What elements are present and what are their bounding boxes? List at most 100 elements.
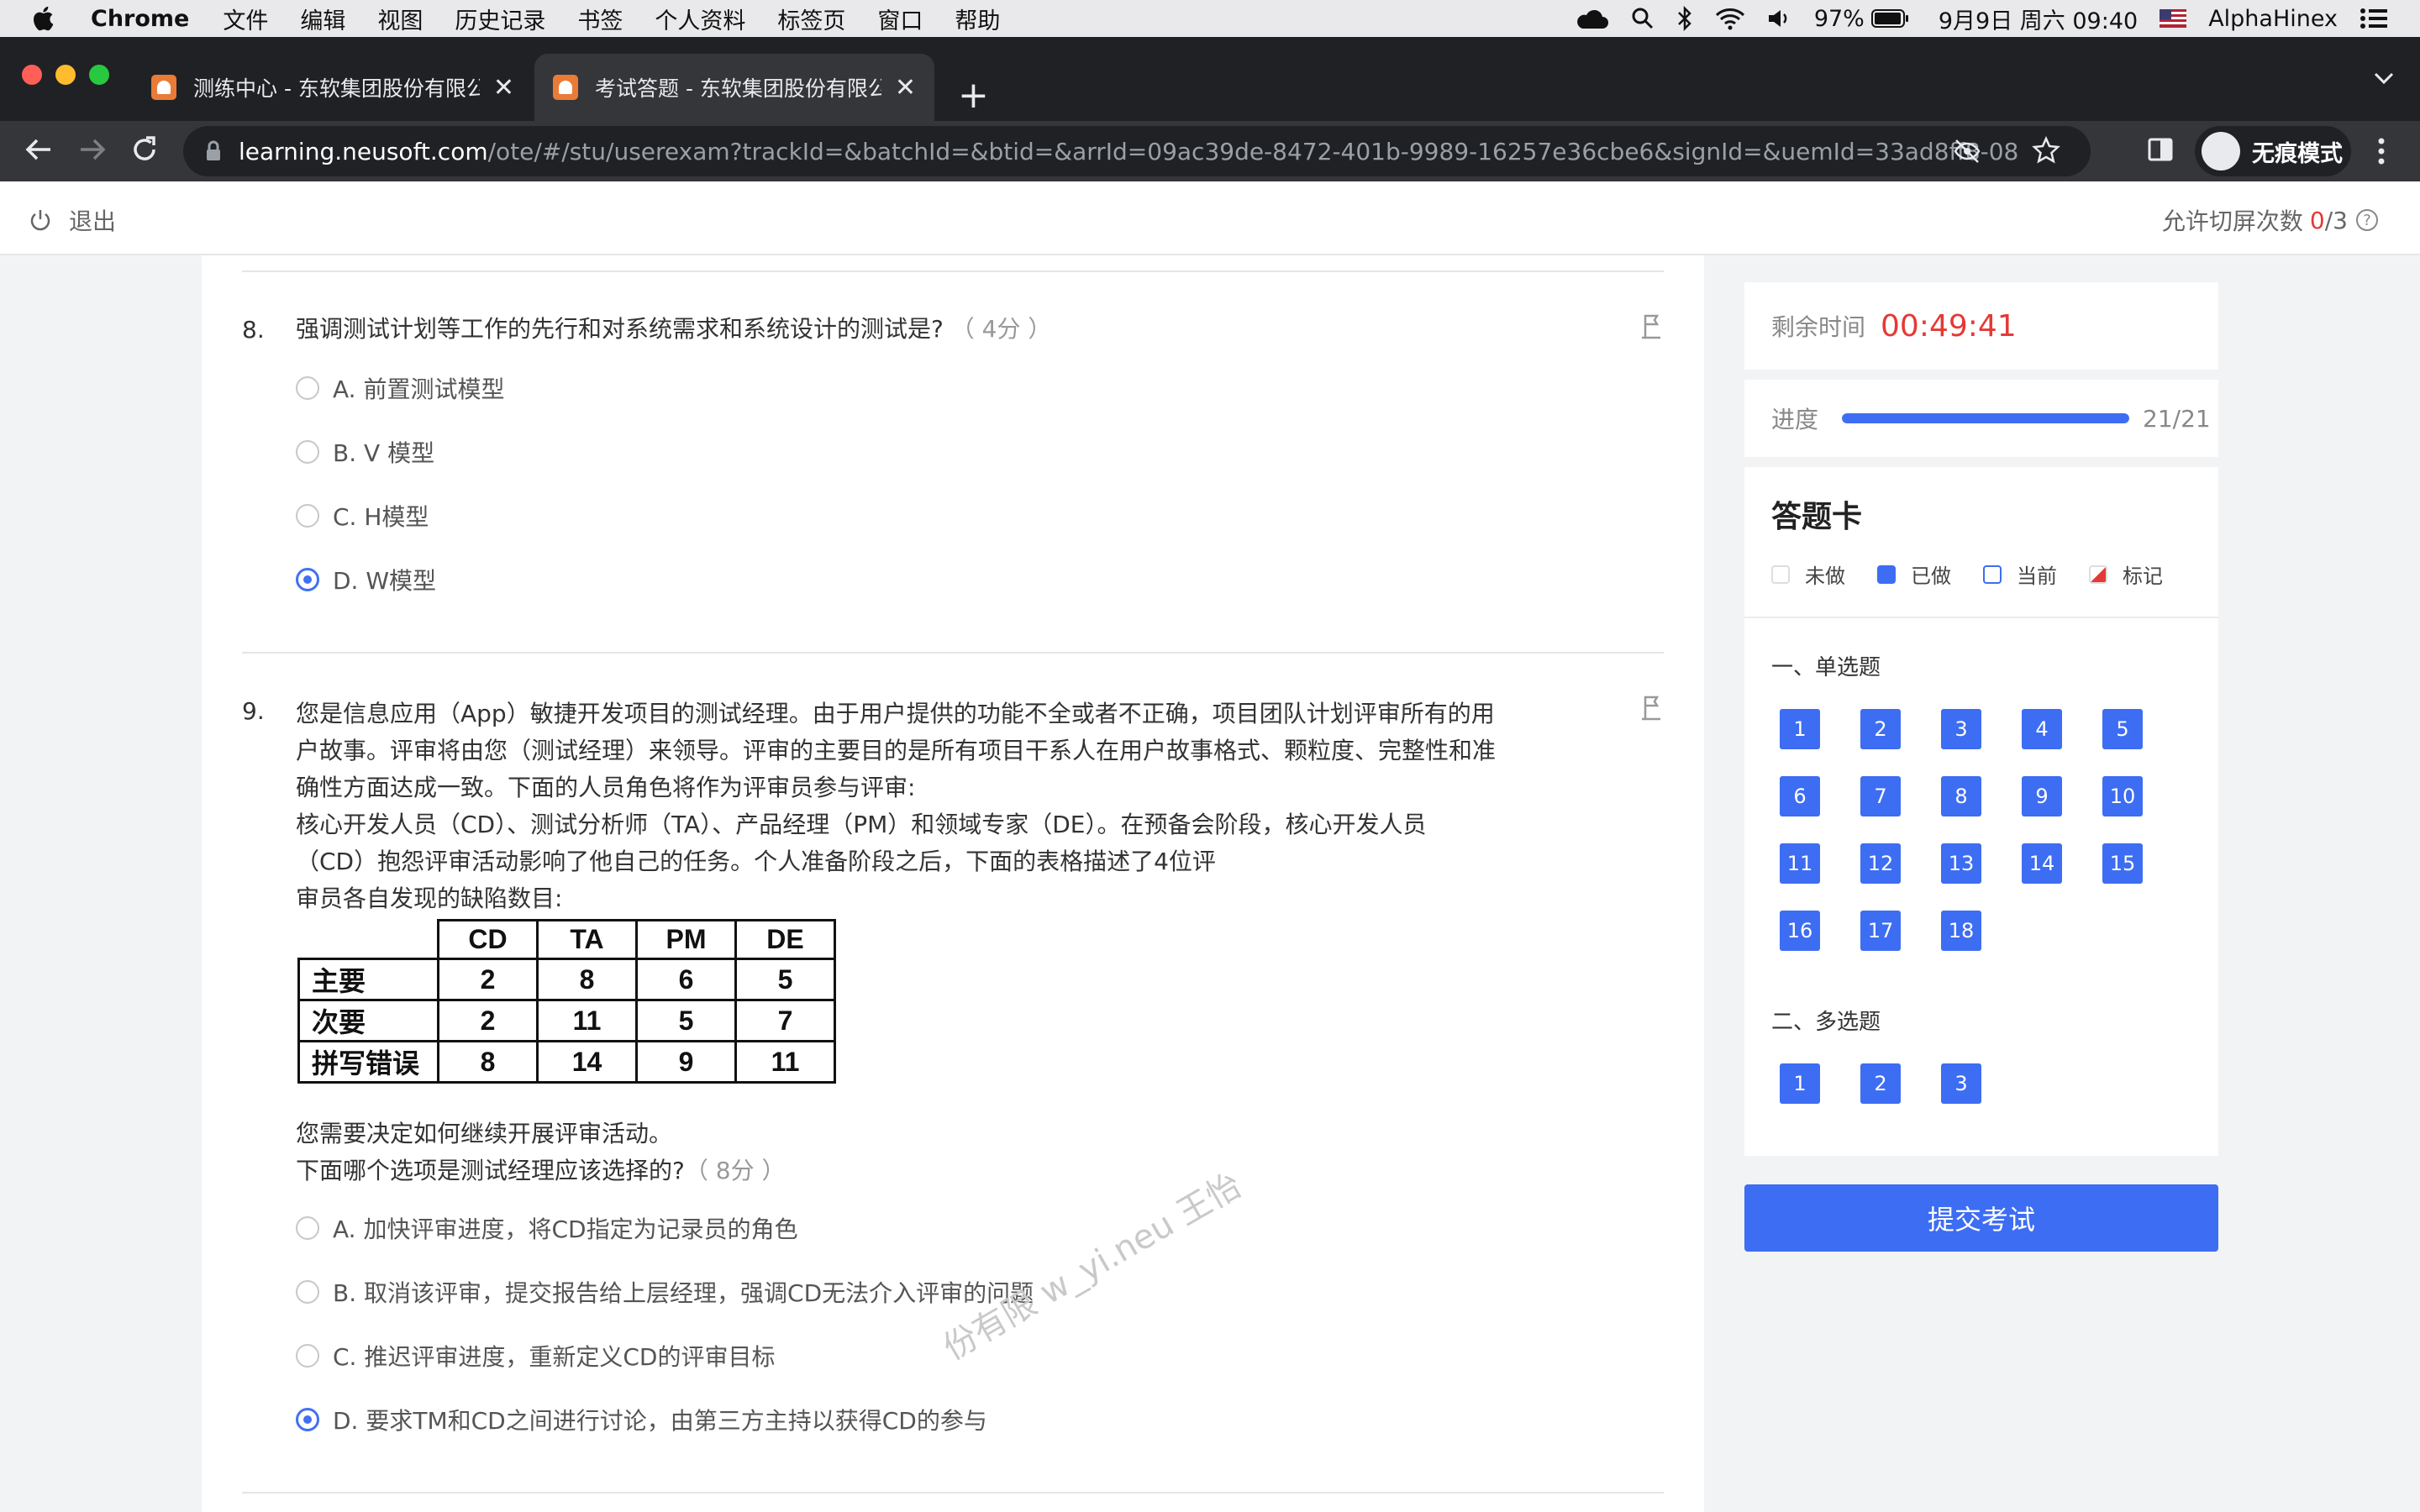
us-flag-icon[interactable] <box>2160 9 2187 28</box>
single-choice-button-8[interactable]: 8 <box>1941 776 1981 816</box>
option-d[interactable]: D. 要求TM和CD之间进行讨论，由第三方主持以获得CD的参与 <box>296 1403 987 1436</box>
option-c[interactable]: C. H模型 <box>296 499 429 533</box>
bookmark-star-icon[interactable] <box>2032 136 2060 165</box>
single-choice-button-1[interactable]: 1 <box>1780 709 1820 749</box>
menu-window[interactable]: 窗口 <box>877 3 923 35</box>
help-icon[interactable]: ? <box>2356 209 2378 231</box>
multi-choice-button-3[interactable]: 3 <box>1941 1063 1981 1104</box>
control-center-icon[interactable] <box>2360 7 2390 30</box>
divider <box>242 1492 1664 1494</box>
allow-label: 允许切屏次数 <box>2161 207 2303 235</box>
exit-button[interactable]: 退出 <box>29 203 116 237</box>
radio-button[interactable] <box>296 1280 319 1304</box>
menu-help[interactable]: 帮助 <box>955 3 1000 35</box>
option-c[interactable]: C. 推迟评审进度，重新定义CD的评审目标 <box>296 1339 775 1373</box>
search-icon[interactable] <box>1631 7 1655 30</box>
reload-icon[interactable] <box>128 133 161 166</box>
cloud-icon[interactable] <box>1576 7 1609 30</box>
table-row: 次要 2 11 5 7 <box>297 999 836 1042</box>
new-tab-button[interactable]: + <box>958 74 989 117</box>
table-cell: 8 <box>437 1040 539 1084</box>
tab-practice-center[interactable]: 测练中心 - 东软集团股份有限公司 ✕ <box>133 54 533 121</box>
tab-exam[interactable]: 考试答题 - 东软集团股份有限公司 ✕ <box>534 54 934 121</box>
address-bar[interactable]: learning.neusoft.com/ote/#/stu/userexam?… <box>183 126 2091 176</box>
radio-button[interactable] <box>296 504 319 528</box>
radio-button[interactable] <box>296 376 319 400</box>
menubar-user[interactable]: AlphaHinex <box>2208 6 2338 32</box>
menu-tabs[interactable]: 标签页 <box>777 3 845 35</box>
question-line: 户故事。评审将由您（测试经理）来领导。评审的主要目的是所有项目干系人在用户故事格… <box>296 737 1497 764</box>
single-choice-button-17[interactable]: 17 <box>1860 911 1901 951</box>
single-choice-button-7[interactable]: 7 <box>1860 776 1901 816</box>
battery-icon[interactable] <box>1870 8 1910 29</box>
table-cell: 6 <box>635 958 737 1001</box>
single-choice-button-11[interactable]: 11 <box>1780 843 1820 884</box>
option-b[interactable]: B. V 模型 <box>296 435 434 469</box>
table-cell: 5 <box>635 999 737 1042</box>
radio-button-selected[interactable] <box>296 568 319 591</box>
bluetooth-icon[interactable] <box>1676 6 1693 31</box>
single-choice-button-9[interactable]: 9 <box>2022 776 2062 816</box>
forward-icon[interactable] <box>76 133 109 166</box>
single-choice-button-2[interactable]: 2 <box>1860 709 1901 749</box>
answer-legend: 未做 已做 当前 标记 <box>1771 559 2195 589</box>
option-label: D. W模型 <box>333 567 437 595</box>
back-icon[interactable] <box>22 133 55 166</box>
apple-icon[interactable] <box>30 4 59 33</box>
row-header: 次要 <box>297 999 439 1042</box>
radio-button-selected[interactable] <box>296 1408 319 1431</box>
side-panel-icon[interactable] <box>2147 136 2174 163</box>
single-choice-button-10[interactable]: 10 <box>2102 776 2143 816</box>
close-window-button[interactable] <box>22 65 42 85</box>
lock-icon[interactable] <box>205 140 222 162</box>
divider <box>1744 617 2218 618</box>
wifi-icon[interactable] <box>1715 7 1745 30</box>
option-a[interactable]: A. 加快评审进度，将CD指定为记录员的角色 <box>296 1211 798 1245</box>
menu-app-name[interactable]: Chrome <box>91 6 189 32</box>
single-choice-button-5[interactable]: 5 <box>2102 709 2143 749</box>
tab-search-chevron-icon[interactable] <box>2373 71 2395 86</box>
table-row: 主要 2 8 6 5 <box>297 958 836 1001</box>
option-a[interactable]: A. 前置测试模型 <box>296 371 504 405</box>
volume-icon[interactable] <box>1767 8 1792 29</box>
menu-edit[interactable]: 编辑 <box>300 3 345 35</box>
radio-button[interactable] <box>296 1344 319 1368</box>
menu-file[interactable]: 文件 <box>223 3 268 35</box>
time-remaining: 00:49:41 <box>1881 308 2017 344</box>
zoom-window-button[interactable] <box>89 65 109 85</box>
single-choice-button-15[interactable]: 15 <box>2102 843 2143 884</box>
more-menu-icon[interactable] <box>2376 134 2386 168</box>
table-cell: 2 <box>437 958 539 1001</box>
option-b[interactable]: B. 取消该评审，提交报告给上层经理，强调CD无法介入评审的问题 <box>296 1275 1034 1309</box>
minimize-window-button[interactable] <box>55 65 76 85</box>
close-tab-icon[interactable]: ✕ <box>895 73 916 102</box>
menubar-clock[interactable]: 9月9日 周六 09:40 <box>1939 3 2138 35</box>
eye-off-icon[interactable] <box>1953 138 1981 165</box>
single-choice-button-16[interactable]: 16 <box>1780 911 1820 951</box>
radio-button[interactable] <box>296 1216 319 1240</box>
single-choice-button-18[interactable]: 18 <box>1941 911 1981 951</box>
question-text: 您需要决定如何继续开展评审活动。 下面哪个选项是测试经理应该选择的?（ 8分 ） <box>296 1116 786 1189</box>
mark-flag-icon[interactable] <box>1639 694 1664 722</box>
single-choice-button-13[interactable]: 13 <box>1941 843 1981 884</box>
single-choice-button-14[interactable]: 14 <box>2022 843 2062 884</box>
single-choice-button-4[interactable]: 4 <box>2022 709 2062 749</box>
option-d[interactable]: D. W模型 <box>296 563 436 596</box>
submit-exam-button[interactable]: 提交考试 <box>1744 1184 2218 1252</box>
incognito-button[interactable]: 无痕模式 <box>2195 126 2351 176</box>
multi-choice-button-2[interactable]: 2 <box>1860 1063 1901 1104</box>
multi-choice-button-1[interactable]: 1 <box>1780 1063 1820 1104</box>
radio-button[interactable] <box>296 440 319 464</box>
menu-view[interactable]: 视图 <box>377 3 423 35</box>
close-tab-icon[interactable]: ✕ <box>493 73 514 102</box>
menu-bookmarks[interactable]: 书签 <box>577 3 623 35</box>
switch-screen-limit: 允许切屏次数 0 /3 ? <box>2162 203 2378 237</box>
menu-profiles[interactable]: 个人资料 <box>655 3 745 35</box>
single-choice-button-6[interactable]: 6 <box>1780 776 1820 816</box>
table-cell: 8 <box>536 958 638 1001</box>
mark-flag-icon[interactable] <box>1639 312 1664 341</box>
current-swatch <box>1983 564 2002 584</box>
single-choice-button-12[interactable]: 12 <box>1860 843 1901 884</box>
single-choice-button-3[interactable]: 3 <box>1941 709 1981 749</box>
menu-history[interactable]: 历史记录 <box>455 3 545 35</box>
